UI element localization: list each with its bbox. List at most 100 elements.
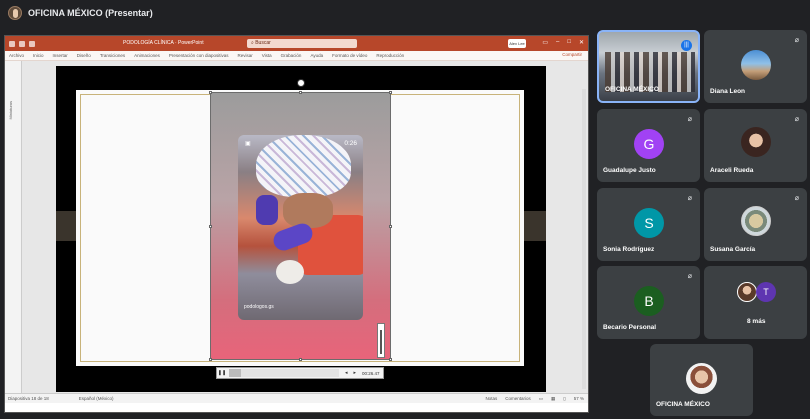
comments-button[interactable]: Comentarios xyxy=(505,396,531,402)
skip-forward-icon[interactable]: ▸ xyxy=(354,370,357,376)
tab-animaciones[interactable]: Animaciones xyxy=(134,53,160,58)
search-box[interactable]: ⌕ Buscar xyxy=(247,39,357,48)
video-timestamp: 0:26 xyxy=(344,140,357,147)
ribbon-display-icon[interactable]: ▭ xyxy=(542,39,548,46)
reading-view-icon[interactable]: ▯ xyxy=(563,396,565,402)
self-photo xyxy=(686,363,717,394)
tab-ayuda[interactable]: Ayuda xyxy=(310,53,323,58)
participant-photo xyxy=(741,206,771,236)
volume-slider[interactable] xyxy=(377,323,385,358)
window-controls: ▭ – □ ✕ xyxy=(542,39,584,46)
participant-name: Diana Leon xyxy=(710,88,746,95)
participant-name: Susana García xyxy=(710,246,756,253)
mic-off-icon: ⌀ xyxy=(687,116,692,123)
mic-off-icon: ⌀ xyxy=(794,116,799,123)
slide-scrollbar[interactable] xyxy=(582,89,586,389)
start-slideshow-icon[interactable] xyxy=(29,40,35,47)
video-controls: ❚❚ ◂ ▸ 00:26.47 xyxy=(216,367,384,379)
participant-initial-avatar: G xyxy=(634,129,664,159)
undo-icon[interactable] xyxy=(19,40,25,47)
participant-tile[interactable]: ⌀ Susana García xyxy=(704,188,807,261)
participant-tile[interactable]: ⌀ Diana Leon xyxy=(704,30,807,103)
zoom-level[interactable]: 57 % xyxy=(574,396,584,402)
tab-formato-video[interactable]: Formato de vídeo xyxy=(332,53,367,58)
skip-back-icon[interactable]: ◂ xyxy=(345,370,348,376)
minimize-icon[interactable]: – xyxy=(556,39,559,46)
more-participants-tile[interactable]: T 8 más xyxy=(704,266,807,339)
tab-inicio[interactable]: Inicio xyxy=(33,53,44,58)
participant-tile[interactable]: ||| OFICINA MÉXICO xyxy=(597,30,700,103)
slide-canvas[interactable]: ▣ 0:26 podologos.gs ❚❚ ◂ ▸ 00:26.47 xyxy=(56,66,546,392)
participant-photo xyxy=(737,282,757,302)
shared-screen[interactable]: PODOLOGÍA CLÍNICA · PowerPoint ⌕ Buscar … xyxy=(4,35,589,413)
tab-vista[interactable]: Vista xyxy=(262,53,272,58)
quick-access-toolbar[interactable] xyxy=(9,40,35,47)
video-scene-cap xyxy=(256,135,351,197)
video-scene-face xyxy=(283,193,333,228)
thumbnail-pane[interactable]: Miniaturas xyxy=(5,61,22,403)
video-progress-bar[interactable] xyxy=(229,369,339,377)
mic-off-icon: ⌀ xyxy=(794,195,799,202)
participant-name: Sonia Rodríguez xyxy=(603,246,655,253)
normal-view-icon[interactable]: ▭ xyxy=(539,396,543,402)
participant-photo xyxy=(741,50,771,80)
autosave-icon[interactable] xyxy=(9,40,15,47)
participant-name: Guadalupe Justo xyxy=(603,167,656,174)
resize-handle[interactable] xyxy=(299,358,302,361)
resize-handle[interactable] xyxy=(209,225,212,228)
ribbon-tabs: Archivo Inicio Insertar Diseño Transicio… xyxy=(5,51,588,61)
participant-name: Becario Personal xyxy=(603,324,657,331)
self-view-tile[interactable]: OFICINA MÉXICO xyxy=(650,344,753,416)
resize-handle[interactable] xyxy=(389,225,392,228)
tab-presentacion[interactable]: Presentación con diapositivas xyxy=(169,53,229,58)
slide-counter: Diapositiva 18 de 18 xyxy=(8,396,49,401)
participant-photo xyxy=(741,127,771,157)
more-participants-label: 8 más xyxy=(747,318,766,325)
mic-off-icon: ⌀ xyxy=(794,37,799,44)
sorter-view-icon[interactable]: ▦ xyxy=(551,396,555,402)
close-icon[interactable]: ✕ xyxy=(579,39,584,46)
rotate-handle-icon[interactable] xyxy=(297,79,305,87)
tab-grabacion[interactable]: Grabación xyxy=(281,53,302,58)
mic-off-icon: ⌀ xyxy=(687,273,692,280)
resize-handle[interactable] xyxy=(299,91,302,94)
maximize-icon[interactable]: □ xyxy=(567,39,571,46)
user-account[interactable]: Alex Lee xyxy=(508,39,526,48)
resize-handle[interactable] xyxy=(389,91,392,94)
tab-archivo[interactable]: Archivo xyxy=(9,53,24,58)
camera-icon: ▣ xyxy=(245,141,251,147)
presenter-avatar xyxy=(8,6,22,20)
video-current-time: 00:26.47 xyxy=(362,370,380,376)
mic-off-icon: ⌀ xyxy=(687,195,692,202)
resize-handle[interactable] xyxy=(209,91,212,94)
meeting-header: OFICINA MÉXICO (Presentar) xyxy=(0,0,810,26)
resize-handle[interactable] xyxy=(389,358,392,361)
video-scene-glove xyxy=(256,195,278,225)
tab-reproduccion[interactable]: Reproducción xyxy=(376,53,404,58)
participant-initial-avatar: B xyxy=(634,286,664,316)
video-scene-foot xyxy=(276,260,304,284)
participant-tile[interactable]: ⌀ S Sonia Rodríguez xyxy=(597,188,700,261)
tab-insertar[interactable]: Insertar xyxy=(53,53,68,58)
tab-revisar[interactable]: Revisar xyxy=(237,53,252,58)
search-placeholder: Buscar xyxy=(255,40,271,46)
speaking-indicator-icon: ||| xyxy=(681,40,692,51)
video-watermark: podologos.gs xyxy=(244,304,274,310)
language-indicator[interactable]: Español (México) xyxy=(79,396,114,401)
play-pause-icon[interactable]: ❚❚ xyxy=(217,370,227,376)
participant-name: OFICINA MÉXICO xyxy=(605,86,659,93)
tab-transiciones[interactable]: Transiciones xyxy=(100,53,125,58)
resize-handle[interactable] xyxy=(209,358,212,361)
tab-diseno[interactable]: Diseño xyxy=(77,53,91,58)
participant-tile[interactable]: ⌀ G Guadalupe Justo xyxy=(597,109,700,182)
document-title: PODOLOGÍA CLÍNICA · PowerPoint xyxy=(123,40,204,46)
thumbnail-pane-label: Miniaturas xyxy=(8,101,13,120)
participant-tile[interactable]: ⌀ Araceli Rueda xyxy=(704,109,807,182)
meeting-title: OFICINA MÉXICO (Presentar) xyxy=(28,8,153,18)
share-button[interactable]: Compartir xyxy=(562,52,582,57)
participant-name: OFICINA MÉXICO xyxy=(656,401,710,408)
notes-button[interactable]: Notas xyxy=(485,396,497,402)
video-object[interactable]: ▣ 0:26 podologos.gs xyxy=(209,79,392,361)
video-frame[interactable]: ▣ 0:26 podologos.gs xyxy=(238,135,363,320)
participant-tile[interactable]: ⌀ B Becario Personal xyxy=(597,266,700,339)
